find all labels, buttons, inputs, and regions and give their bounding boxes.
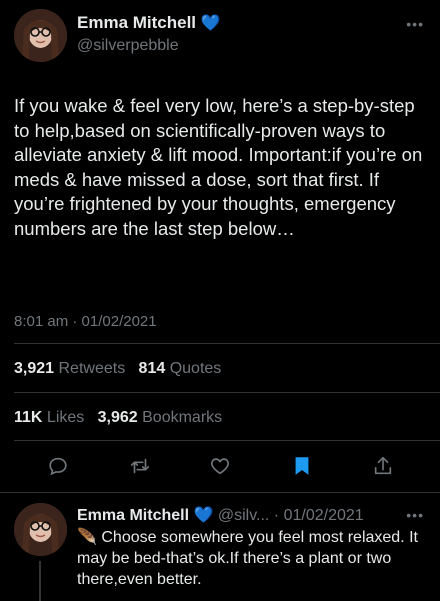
reply-more-icon[interactable]: ••• — [406, 507, 424, 523]
reply-author-avatar[interactable] — [14, 503, 67, 556]
retweet-button[interactable] — [126, 452, 154, 480]
share-icon — [374, 456, 392, 475]
reply-header: Emma Mitchell 💙 @silv... · 01/02/2021 — [77, 505, 364, 525]
like-bookmark-stats: 11K Likes 3,962 Bookmarks — [14, 409, 222, 427]
retweet-quote-stats: 3,921 Retweets 814 Quotes — [14, 360, 221, 378]
feather-icon: 🪶 — [77, 529, 97, 546]
author-avatar[interactable] — [14, 9, 67, 62]
retweet-icon — [130, 458, 150, 474]
thread-line — [39, 561, 41, 601]
reply-text: 🪶 Choose somewhere you feel most relaxed… — [77, 527, 427, 590]
reply-separator: · — [269, 507, 284, 524]
heart-icon — [211, 458, 229, 475]
bookmark-button[interactable] — [288, 452, 316, 480]
verified-badge-icon: 💙 — [200, 15, 221, 32]
reply-author-handle[interactable]: @silv... — [218, 507, 270, 524]
share-button[interactable] — [369, 452, 397, 480]
reply-icon — [49, 457, 67, 476]
like-button[interactable] — [206, 452, 234, 480]
author-name-row: Emma Mitchell 💙 — [77, 13, 220, 33]
tweet-timestamp[interactable]: 8:01 am · 01/02/2021 — [14, 313, 157, 330]
more-icon[interactable]: ••• — [406, 16, 424, 32]
bookmarks-stat[interactable]: 3,962 Bookmarks — [98, 409, 223, 426]
reply-author-name[interactable]: Emma Mitchell — [77, 507, 189, 524]
tweet-text: If you wake & feel very low, here’s a st… — [14, 95, 423, 239]
retweets-stat[interactable]: 3,921 Retweets — [14, 360, 125, 377]
likes-stat[interactable]: 11K Likes — [14, 409, 84, 426]
divider — [14, 392, 440, 393]
verified-badge-icon: 💙 — [193, 507, 214, 524]
bookmark-icon — [295, 457, 309, 475]
action-bar — [0, 452, 440, 482]
quotes-stat[interactable]: 814 Quotes — [139, 360, 222, 377]
reply-date[interactable]: 01/02/2021 — [284, 507, 364, 524]
author-handle[interactable]: @silverpebble — [77, 37, 179, 55]
divider — [14, 343, 440, 344]
author-name[interactable]: Emma Mitchell — [77, 13, 196, 32]
reply-body: Choose somewhere you feel most relaxed. … — [77, 529, 418, 588]
reply-button[interactable] — [44, 452, 72, 480]
divider — [0, 492, 440, 493]
divider — [14, 440, 440, 441]
